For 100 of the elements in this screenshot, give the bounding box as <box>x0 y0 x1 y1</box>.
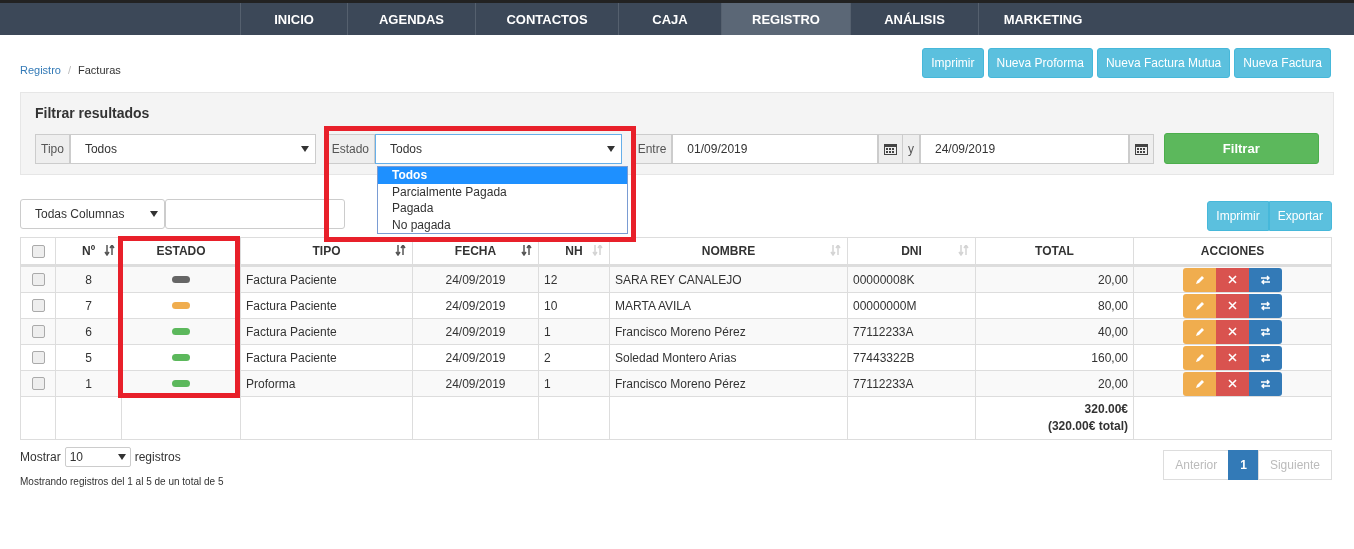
delete-button[interactable] <box>1216 293 1249 318</box>
swap-button[interactable] <box>1249 371 1282 396</box>
swap-arrows-icon <box>1260 326 1271 337</box>
table-cell: 80,00 <box>1097 298 1128 313</box>
pencil-icon <box>1194 274 1205 285</box>
table-cell: 24/09/2019 <box>445 324 506 339</box>
table-cell: 2 <box>544 350 551 365</box>
table-cell: 1 <box>544 376 551 391</box>
table-cell: Factura Paciente <box>246 298 337 313</box>
checkbox[interactable] <box>31 351 45 364</box>
table-cell: 8 <box>85 272 92 287</box>
column-header[interactable]: TIPO <box>312 244 341 258</box>
date-field[interactable]: 24/09/2019 <box>920 133 1129 164</box>
caret-icon <box>117 454 126 460</box>
swap-button[interactable] <box>1249 293 1282 318</box>
delete-button[interactable] <box>1216 267 1249 292</box>
column-header[interactable]: NOMBRE <box>701 244 756 258</box>
table-cell: 12 <box>544 272 558 287</box>
delete-button[interactable] <box>1216 345 1249 370</box>
table-cell: Soledad Montero Arias <box>615 350 737 365</box>
calendar-icon <box>1134 142 1148 155</box>
date-field[interactable]: 01/09/2019 <box>672 133 878 164</box>
checkbox[interactable] <box>31 273 45 286</box>
table-cell: 00000000M <box>853 298 917 313</box>
table-cell: 24/09/2019 <box>445 298 506 313</box>
sort-icon[interactable] <box>104 245 115 256</box>
close-icon <box>1228 327 1237 336</box>
swap-button[interactable] <box>1249 319 1282 344</box>
close-icon <box>1228 379 1237 388</box>
pencil-icon <box>1194 326 1205 337</box>
dropdown-option[interactable]: No pagada <box>378 216 627 233</box>
length-label: registros <box>134 450 181 464</box>
column-header[interactable]: DNI <box>901 244 922 258</box>
pencil-icon <box>1194 378 1205 389</box>
length-label: Mostrar <box>20 450 61 464</box>
table-cell: Proforma <box>246 376 296 391</box>
caret-icon <box>300 145 309 152</box>
table-cell: 10 <box>544 298 558 313</box>
column-select[interactable]: Todas Columnas <box>20 199 165 229</box>
swap-arrows-icon <box>1260 352 1271 363</box>
checkbox[interactable] <box>31 325 45 338</box>
table-cell: 24/09/2019 <box>445 272 506 287</box>
close-icon <box>1228 353 1237 362</box>
calendar-addon[interactable] <box>878 133 903 164</box>
table-cell: 77443322B <box>853 350 915 365</box>
swap-button[interactable] <box>1249 345 1282 370</box>
swap-arrows-icon <box>1260 378 1271 389</box>
select-field[interactable]: Todos <box>69 133 316 164</box>
table-cell: 40,00 <box>1097 324 1128 339</box>
table-cell: 00000008K <box>853 272 915 287</box>
panel-title: Filtrar resultados <box>35 105 151 121</box>
total-amount: 320.00€ <box>1083 401 1128 418</box>
sort-icon[interactable] <box>521 245 532 256</box>
breadcrumb-separator: / <box>67 64 72 76</box>
table-cell: MARTA AVILA <box>615 298 692 313</box>
breadcrumb-current: Facturas <box>78 64 121 76</box>
checkbox[interactable] <box>31 377 45 390</box>
column-header[interactable]: NH <box>565 244 583 258</box>
grand-total: (320.00€ total) <box>1046 418 1128 435</box>
delete-button[interactable] <box>1216 319 1249 344</box>
table-cell: Factura Paciente <box>246 272 337 287</box>
table-cell: 20,00 <box>1097 272 1128 287</box>
delete-button[interactable] <box>1216 371 1249 396</box>
nav-tab[interactable]: ANÁLISIS <box>850 3 978 35</box>
table-cell: 77112233A <box>853 376 914 391</box>
table-cell: 77112233A <box>853 324 914 339</box>
dropdown-option[interactable]: Parcialmente Pagada <box>378 183 627 200</box>
edit-button[interactable] <box>1183 293 1216 318</box>
pencil-icon <box>1194 352 1205 363</box>
calendar-icon <box>884 142 897 155</box>
caret-icon <box>150 211 158 217</box>
table-cell: 160,00 <box>1091 350 1128 365</box>
nav-tab[interactable]: CONTACTOS <box>475 3 618 35</box>
column-header[interactable]: FECHA <box>454 244 497 258</box>
pencil-icon <box>1194 300 1205 311</box>
dropdown-option[interactable]: Pagada <box>378 200 627 217</box>
table-cell: 7 <box>85 298 92 313</box>
nav-tab[interactable]: REGISTRO <box>721 3 850 35</box>
table-cell: 1 <box>544 324 551 339</box>
swap-arrows-icon <box>1260 274 1271 285</box>
page-size-select[interactable]: 10 <box>64 447 131 467</box>
select-field[interactable]: Todos <box>375 133 622 164</box>
swap-button[interactable] <box>1249 267 1282 292</box>
nav-tab[interactable]: MARKETING <box>978 3 1107 35</box>
edit-button[interactable] <box>1183 345 1216 370</box>
calendar-addon[interactable] <box>1128 133 1154 164</box>
pagination-button[interactable]: 1 <box>1228 450 1259 480</box>
table-cell: 6 <box>85 324 92 339</box>
breadcrumb-link[interactable]: Registro <box>20 64 61 76</box>
nav-tab[interactable]: INICIO <box>240 3 347 35</box>
column-header[interactable]: ACCIONES <box>1200 244 1265 258</box>
nav-tab[interactable]: AGENDAS <box>347 3 475 35</box>
field-label: Tipo <box>35 133 70 164</box>
sort-icon[interactable] <box>395 245 406 256</box>
column-header[interactable]: TOTAL <box>1035 244 1074 258</box>
search-field[interactable] <box>165 199 345 229</box>
column-header[interactable]: Nº <box>81 244 96 258</box>
table-cell: Francisco Moreno Pérez <box>615 324 746 339</box>
checkbox[interactable] <box>31 244 45 258</box>
checkbox[interactable] <box>31 299 45 312</box>
